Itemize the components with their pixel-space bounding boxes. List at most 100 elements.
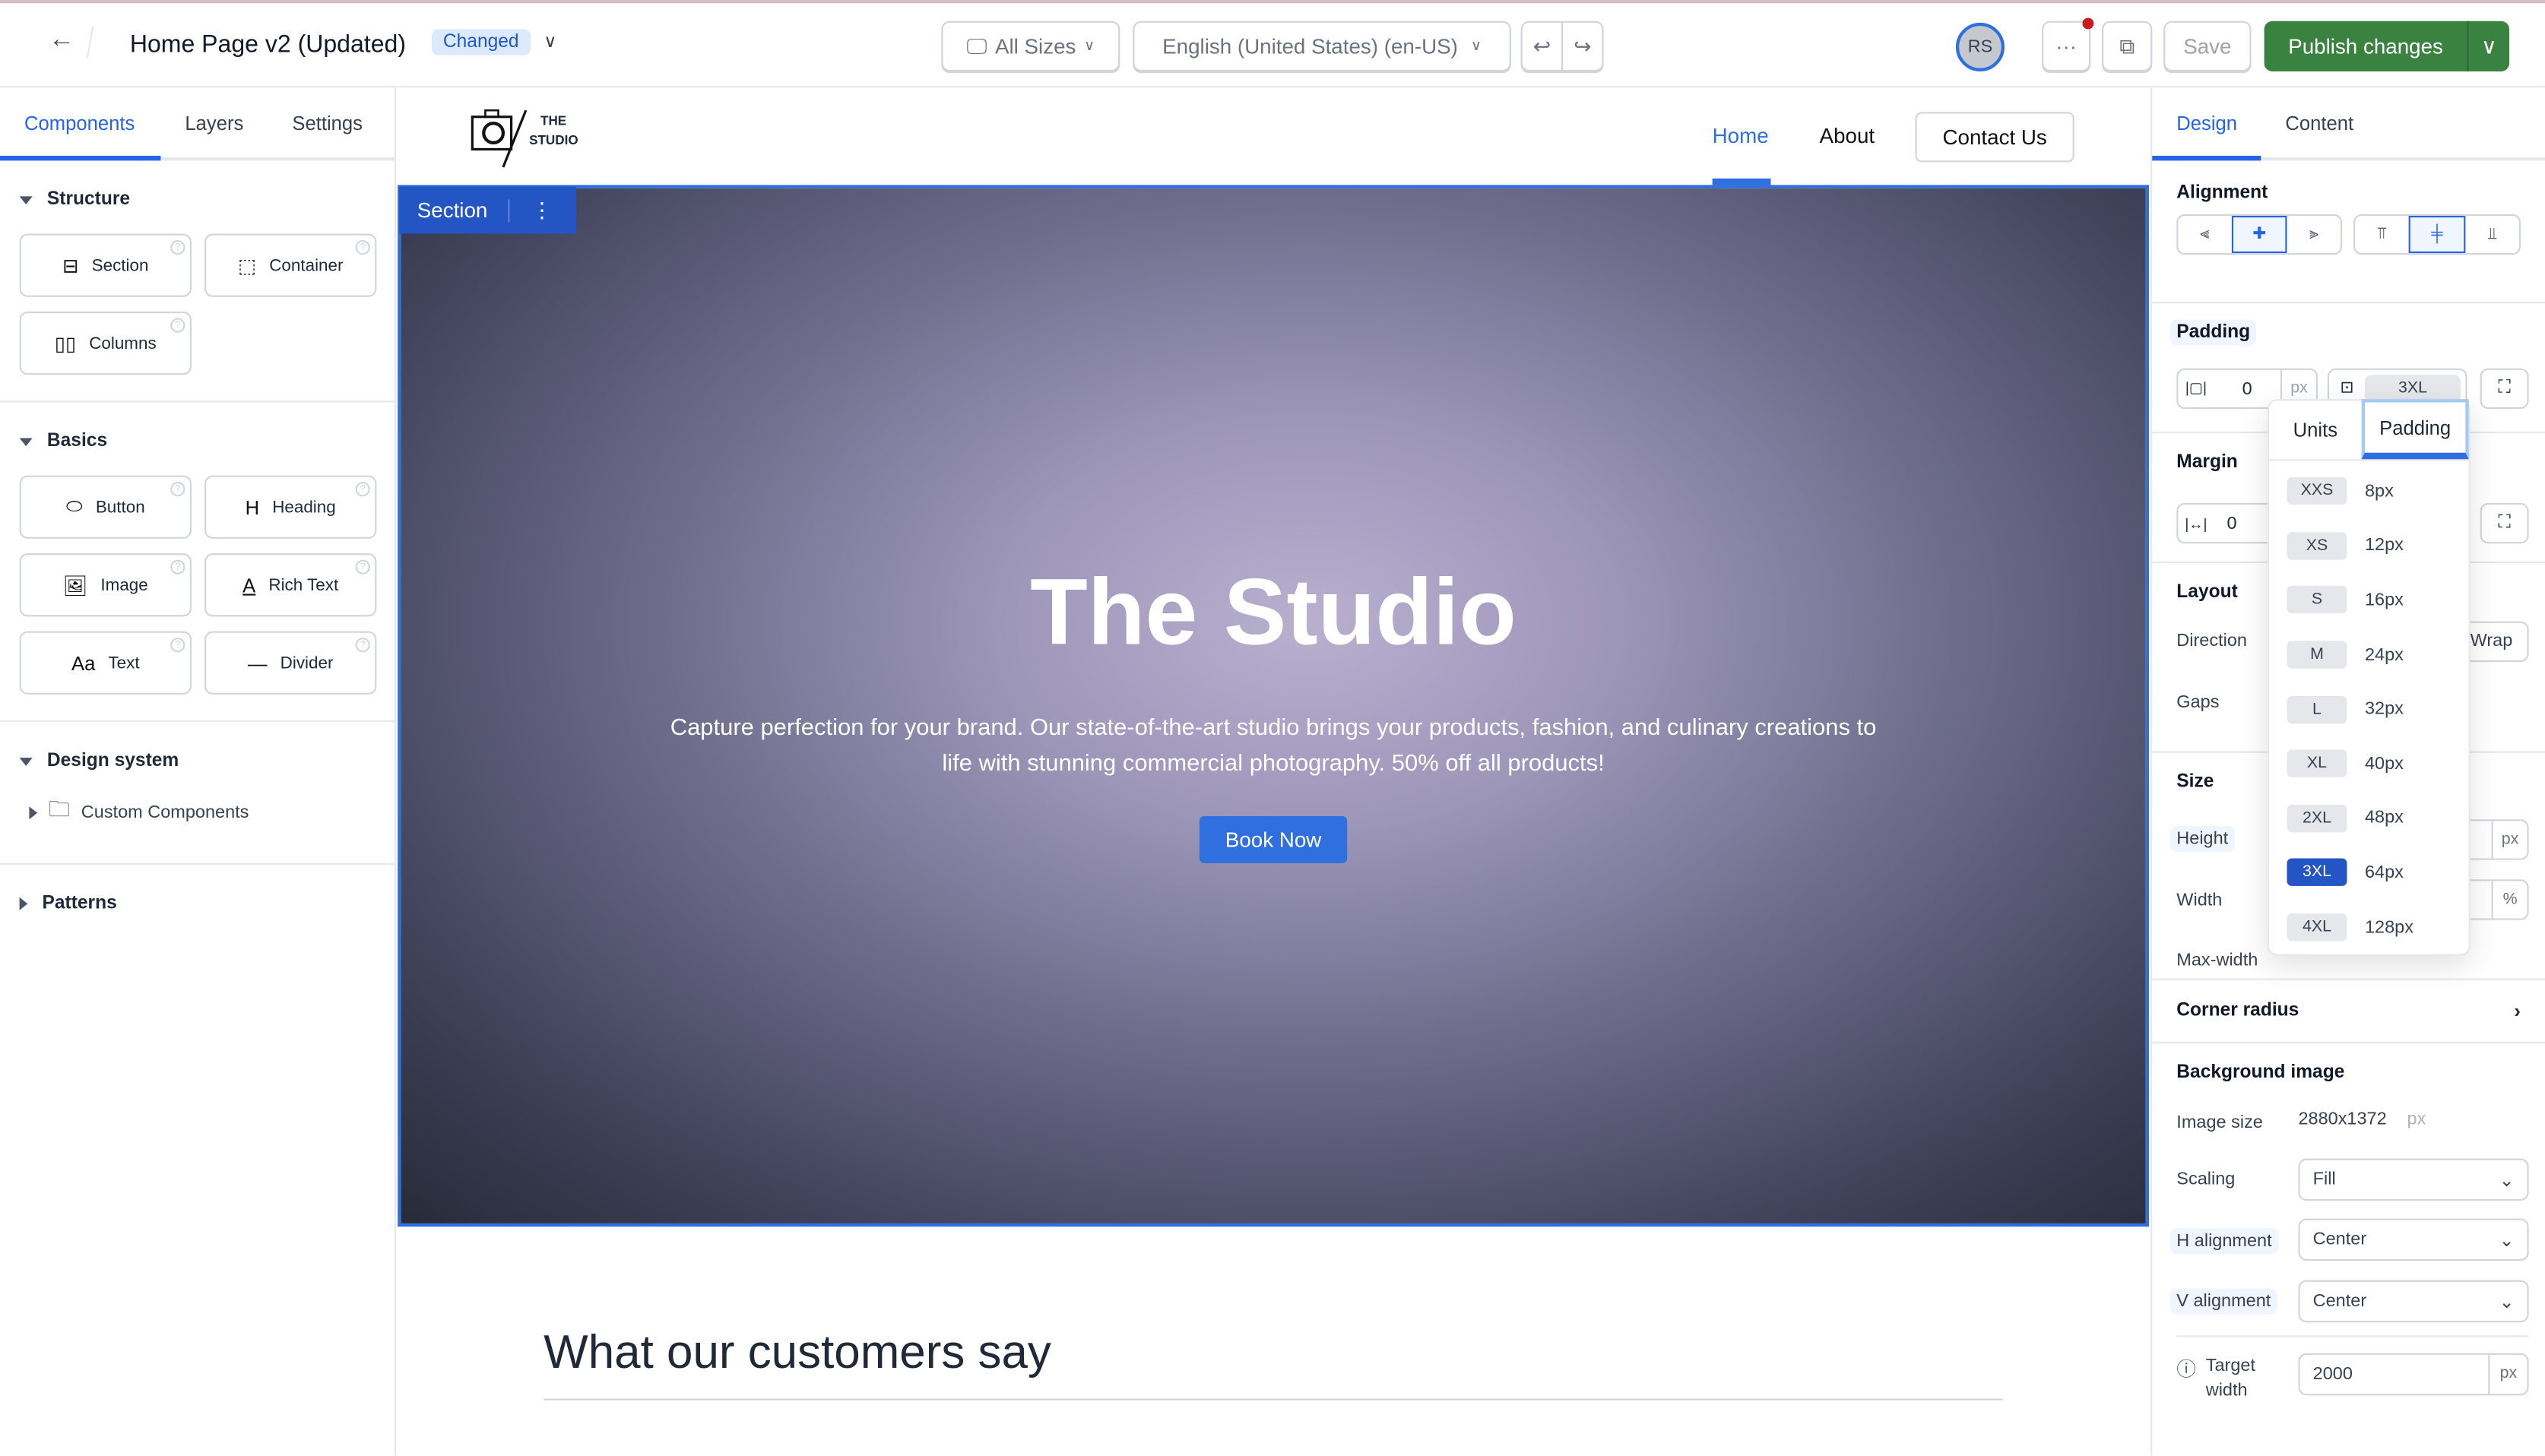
component-columns[interactable]: ▯▯ Columns? bbox=[19, 311, 192, 375]
component-heading[interactable]: H Heading? bbox=[204, 475, 377, 539]
kebab-menu-icon[interactable]: ⋮ bbox=[531, 197, 553, 223]
padding-preset-dropdown: Units Padding XXS 8px XS 12px S 16px M 24px L 32p… bbox=[2267, 399, 2471, 956]
option-key: S bbox=[2287, 586, 2347, 615]
component-button[interactable]: ⬭ Button? bbox=[19, 475, 192, 539]
section-tag[interactable]: Section ⋮ bbox=[399, 186, 576, 234]
component-text[interactable]: Aa Text? bbox=[19, 631, 192, 695]
padding-option-xxs[interactable]: XXS 8px bbox=[2269, 464, 2469, 519]
nav-home[interactable]: Home bbox=[1713, 123, 1769, 147]
component-divider[interactable]: — Divider? bbox=[204, 631, 377, 695]
caret-right-icon bbox=[29, 806, 38, 820]
option-value: 12px bbox=[2364, 536, 2404, 556]
component-image[interactable]: 🖼 Image? bbox=[19, 553, 192, 617]
align-top-icon[interactable]: ⫪ bbox=[2355, 216, 2408, 253]
option-value: 128px bbox=[2364, 917, 2414, 938]
chevron-down-icon[interactable]: ∨ bbox=[544, 31, 556, 52]
publish-button[interactable]: Publish changes ∨ bbox=[2264, 21, 2510, 71]
component-container[interactable]: ⬚ Container? bbox=[204, 233, 377, 297]
component-section[interactable]: ⊟ Section? bbox=[19, 233, 192, 297]
margin-individual-sides-button[interactable]: ⛶ bbox=[2480, 502, 2529, 544]
option-key: 3XL bbox=[2287, 859, 2347, 887]
sides-icon: ⛶ bbox=[2498, 378, 2511, 398]
target-width-input[interactable]: 2000 px bbox=[2298, 1353, 2529, 1396]
h-alignment-select[interactable]: Center ⌄ bbox=[2298, 1218, 2529, 1261]
divider bbox=[86, 26, 94, 59]
padding-individual-sides-button[interactable]: ⛶ bbox=[2480, 368, 2529, 410]
padding-option-2xl[interactable]: 2XL 48px bbox=[2269, 791, 2469, 846]
padding-option-s[interactable]: S 16px bbox=[2269, 573, 2469, 628]
external-link-icon: ⧉ bbox=[2119, 33, 2135, 58]
group-design-system[interactable]: Design system bbox=[19, 752, 376, 771]
avatar[interactable]: RS bbox=[1955, 22, 2005, 71]
site-logo[interactable]: THE STUDIO bbox=[471, 107, 584, 169]
custom-components-item[interactable]: 🗀 Custom Components bbox=[29, 795, 375, 831]
caret-right-icon bbox=[19, 897, 28, 910]
tab-content[interactable]: Content bbox=[2261, 87, 2378, 157]
corner-radius-row[interactable]: Corner radius › bbox=[2152, 980, 2545, 1043]
help-icon[interactable]: ? bbox=[170, 318, 185, 333]
rich-text-icon: A bbox=[242, 573, 256, 597]
align-right-icon[interactable]: ⫸ bbox=[2287, 216, 2341, 253]
save-button[interactable]: Save bbox=[2163, 21, 2252, 71]
padding-option-xs[interactable]: XS 12px bbox=[2269, 518, 2469, 573]
open-external-button[interactable]: ⧉ bbox=[2102, 21, 2153, 71]
horizontal-alignment: ⫷ ✚ ⫸ bbox=[2176, 214, 2343, 255]
hero-title: The Studio bbox=[1030, 559, 1517, 666]
align-middle-icon[interactable]: ╪ bbox=[2408, 215, 2466, 254]
help-icon[interactable]: ? bbox=[355, 240, 370, 255]
help-icon[interactable]: ? bbox=[355, 482, 370, 497]
help-icon[interactable]: ? bbox=[170, 240, 185, 255]
group-basics[interactable]: Basics bbox=[19, 432, 376, 451]
redo-button[interactable]: ↪ bbox=[1561, 21, 1604, 71]
padding-option-4xl[interactable]: 4XL 128px bbox=[2269, 901, 2469, 955]
locale-dropdown[interactable]: English (United States) (en-US) ∨ bbox=[1133, 21, 1511, 71]
more-button[interactable]: ··· bbox=[2042, 21, 2091, 71]
align-bottom-icon[interactable]: ⫫ bbox=[2465, 216, 2518, 253]
help-icon[interactable]: ? bbox=[170, 559, 185, 574]
info-icon[interactable]: ⓘ bbox=[2176, 1355, 2196, 1382]
folder-icon: 🗀 bbox=[49, 796, 70, 821]
chevron-down-icon[interactable]: ∨ bbox=[2467, 21, 2510, 71]
hero-section[interactable]: Section ⋮ The Studio Capture perfection f… bbox=[398, 185, 2150, 1227]
button-icon: ⬭ bbox=[65, 495, 83, 518]
padding-vertical-icon: ⊡ bbox=[2340, 379, 2354, 398]
tab-design[interactable]: Design bbox=[2152, 87, 2261, 161]
component-rich-text[interactable]: A Rich Text? bbox=[204, 553, 377, 617]
group-structure[interactable]: Structure bbox=[19, 190, 376, 209]
undo-button[interactable]: ↩ bbox=[1520, 21, 1564, 71]
help-icon[interactable]: ? bbox=[355, 638, 370, 653]
padding-option-l[interactable]: L 32px bbox=[2269, 682, 2469, 737]
help-icon[interactable]: ? bbox=[170, 482, 185, 497]
padding-option-3xl[interactable]: 3XL 64px bbox=[2269, 846, 2469, 901]
dropdown-tab-units[interactable]: Units bbox=[2269, 400, 2362, 459]
divider-icon: — bbox=[247, 651, 268, 675]
align-left-icon[interactable]: ⫷ bbox=[2178, 216, 2231, 253]
undo-icon: ↩ bbox=[1532, 33, 1551, 58]
option-value: 24px bbox=[2364, 644, 2404, 665]
help-icon[interactable]: ? bbox=[355, 559, 370, 574]
caret-down-icon bbox=[19, 195, 33, 204]
option-value: 32px bbox=[2364, 699, 2404, 720]
group-patterns[interactable]: Patterns bbox=[19, 894, 376, 913]
tab-settings[interactable]: Settings bbox=[268, 87, 387, 157]
dropdown-tab-padding[interactable]: Padding bbox=[2361, 399, 2469, 460]
nav-about[interactable]: About bbox=[1820, 123, 1875, 147]
chevron-down-icon: ⌄ bbox=[2499, 1170, 2515, 1191]
padding-option-m[interactable]: M 24px bbox=[2269, 628, 2469, 682]
nav-contact-button[interactable]: Contact Us bbox=[1915, 112, 2074, 163]
sizes-dropdown[interactable]: 🖵 All Sizes ∨ bbox=[941, 21, 1120, 71]
columns-icon: ▯▯ bbox=[54, 331, 77, 355]
book-now-button[interactable]: Book Now bbox=[1199, 816, 1348, 863]
align-center-icon[interactable]: ✚ bbox=[2231, 215, 2288, 254]
tab-components[interactable]: Components bbox=[0, 87, 161, 161]
heading-icon: H bbox=[245, 495, 260, 519]
help-icon[interactable]: ? bbox=[170, 638, 185, 653]
tab-layers[interactable]: Layers bbox=[160, 87, 268, 157]
back-arrow-icon[interactable]: ← bbox=[49, 26, 74, 55]
scaling-select[interactable]: Fill ⌄ bbox=[2298, 1158, 2529, 1201]
padding-option-xl[interactable]: XL 40px bbox=[2269, 736, 2469, 791]
vertical-alignment: ⫪ ╪ ⫫ bbox=[2353, 214, 2521, 255]
page-title: Home Page v2 (Updated) bbox=[129, 30, 407, 59]
monitor-icon: 🖵 bbox=[966, 33, 987, 58]
v-alignment-select[interactable]: Center ⌄ bbox=[2298, 1280, 2529, 1323]
